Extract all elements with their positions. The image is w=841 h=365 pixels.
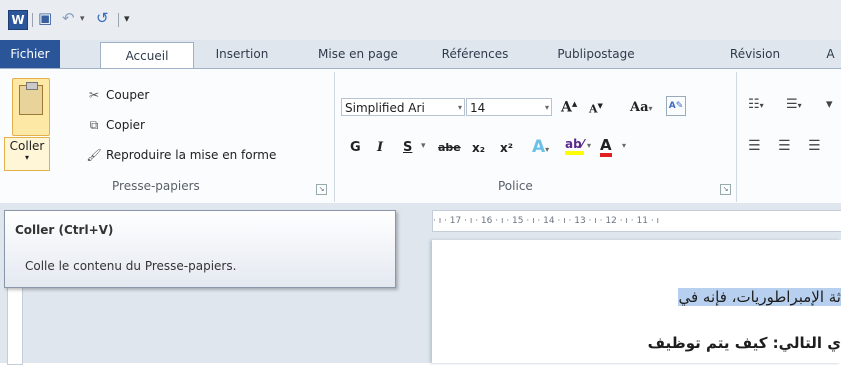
font-group-label: Police xyxy=(498,179,533,193)
paste-button[interactable] xyxy=(12,78,50,136)
separator xyxy=(32,13,33,27)
brush-icon: 🖌 xyxy=(86,148,102,162)
italic-button[interactable]: I xyxy=(377,140,383,155)
selected-text[interactable]: ثة الإمبراطوريات، فإنه في xyxy=(678,288,841,306)
superscript-button[interactable]: x² xyxy=(500,141,513,155)
word-app-icon[interactable]: W xyxy=(8,10,28,30)
copy-icon: ⧉ xyxy=(89,118,99,132)
numbering-icon[interactable]: ☰▾ xyxy=(786,97,802,112)
subscript-button[interactable]: x₂ xyxy=(472,141,485,155)
cut-button[interactable]: ✂ Couper xyxy=(86,88,149,102)
underline-dropdown-icon[interactable]: ▾ xyxy=(421,141,426,151)
tab-file[interactable]: Fichier xyxy=(0,40,60,68)
change-case-button[interactable]: Aa▾ xyxy=(630,100,653,115)
grow-font-button[interactable]: A▲ xyxy=(561,99,577,116)
paste-label: Coller xyxy=(9,139,45,153)
clear-formatting-icon[interactable]: A✎ xyxy=(666,96,686,116)
repeat-icon[interactable]: ↺ xyxy=(96,9,109,27)
undo-icon[interactable]: ↶ xyxy=(62,9,75,27)
undo-dropdown-icon[interactable]: ▾ xyxy=(80,14,85,24)
tab-review[interactable]: Révision xyxy=(720,40,790,68)
horizontal-ruler[interactable]: · ı · 17 · ı · 16 · ı · 15 · ı · 14 · ı … xyxy=(432,210,841,232)
group-separator xyxy=(334,72,335,202)
font-size-value: 14 xyxy=(470,101,486,115)
multilevel-list-icon[interactable]: ▾ xyxy=(826,97,833,112)
shrink-font-label: A xyxy=(589,102,598,116)
paste-tooltip: Coller (Ctrl+V) Colle le contenu du Pres… xyxy=(4,210,396,288)
separator xyxy=(118,13,119,27)
text-effects-icon[interactable]: A▾ xyxy=(532,137,549,157)
tab-references[interactable]: Références xyxy=(425,40,525,68)
highlight-color-icon[interactable]: ab⁄ xyxy=(565,137,584,155)
clipboard-icon xyxy=(19,82,43,115)
quick-access-toolbar: W ▣ ↶ ▾ ↺ ▾ xyxy=(0,0,841,40)
format-painter-label: Reproduire la mise en forme xyxy=(106,148,277,162)
align-right-icon[interactable]: ☰ xyxy=(808,138,821,154)
tab-mailings[interactable]: Publipostage xyxy=(542,40,650,68)
strikethrough-button[interactable]: abe xyxy=(438,141,461,154)
tooltip-description: Colle le contenu du Presse-papiers. xyxy=(25,259,237,273)
clipboard-group-label: Presse-papiers xyxy=(112,179,200,193)
align-left-icon[interactable]: ☰ xyxy=(748,138,761,154)
font-name-combo[interactable]: Simplified Ari ▾ xyxy=(341,98,465,116)
shrink-font-button[interactable]: A▼ xyxy=(589,101,603,116)
ruler-marks: · ı · 17 · ı · 16 · ı · 15 · ı · 14 · ı … xyxy=(433,216,660,226)
document-line-1[interactable]: ثة الإمبراطوريات، فإنه في xyxy=(678,288,841,306)
bold-button[interactable]: G xyxy=(350,140,361,155)
align-center-icon[interactable]: ☰ xyxy=(778,138,791,154)
change-case-label: Aa xyxy=(630,100,649,115)
customize-qat-icon[interactable]: ▾ xyxy=(124,12,130,25)
chevron-down-icon[interactable]: ▾ xyxy=(587,141,591,150)
tab-view[interactable]: A xyxy=(820,40,841,68)
clipboard-dialog-launcher-icon[interactable]: ↘ xyxy=(316,184,327,195)
underline-button[interactable]: S xyxy=(403,140,412,155)
chevron-down-icon[interactable]: ▾ xyxy=(622,141,626,150)
font-size-combo[interactable]: 14 ▾ xyxy=(466,98,552,116)
chevron-down-icon: ▾ xyxy=(457,103,462,112)
format-painter-button[interactable]: 🖌 Reproduire la mise en forme xyxy=(86,148,276,162)
save-icon[interactable]: ▣ xyxy=(38,9,52,27)
tooltip-title: Coller (Ctrl+V) xyxy=(15,223,114,237)
ribbon-tabs: Fichier Accueil Insertion Mise en page R… xyxy=(0,40,841,70)
copy-label: Copier xyxy=(106,118,145,132)
font-dialog-launcher-icon[interactable]: ↘ xyxy=(720,184,731,195)
grow-font-label: A xyxy=(561,99,572,116)
font-color-icon[interactable]: A xyxy=(600,137,612,157)
cut-label: Couper xyxy=(106,88,150,102)
document-line-2[interactable]: ي التالي: كيف يتم توظيف xyxy=(648,334,841,352)
font-name-value: Simplified Ari xyxy=(345,101,425,115)
copy-button[interactable]: ⧉ Copier xyxy=(86,118,145,133)
tab-home[interactable]: Accueil xyxy=(100,42,194,70)
scissors-icon: ✂ xyxy=(88,88,100,102)
chevron-down-icon: ▾ xyxy=(24,153,29,162)
chevron-down-icon: ▾ xyxy=(544,103,549,112)
paste-dropdown-button[interactable]: Coller ▾ xyxy=(4,137,50,171)
tab-page-layout[interactable]: Mise en page xyxy=(308,40,408,68)
bullets-icon[interactable]: ☷▾ xyxy=(748,97,764,112)
tab-insert[interactable]: Insertion xyxy=(200,40,284,68)
group-separator xyxy=(736,72,737,202)
document-page[interactable]: ثة الإمبراطوريات، فإنه في ي التالي: كيف … xyxy=(432,240,841,363)
